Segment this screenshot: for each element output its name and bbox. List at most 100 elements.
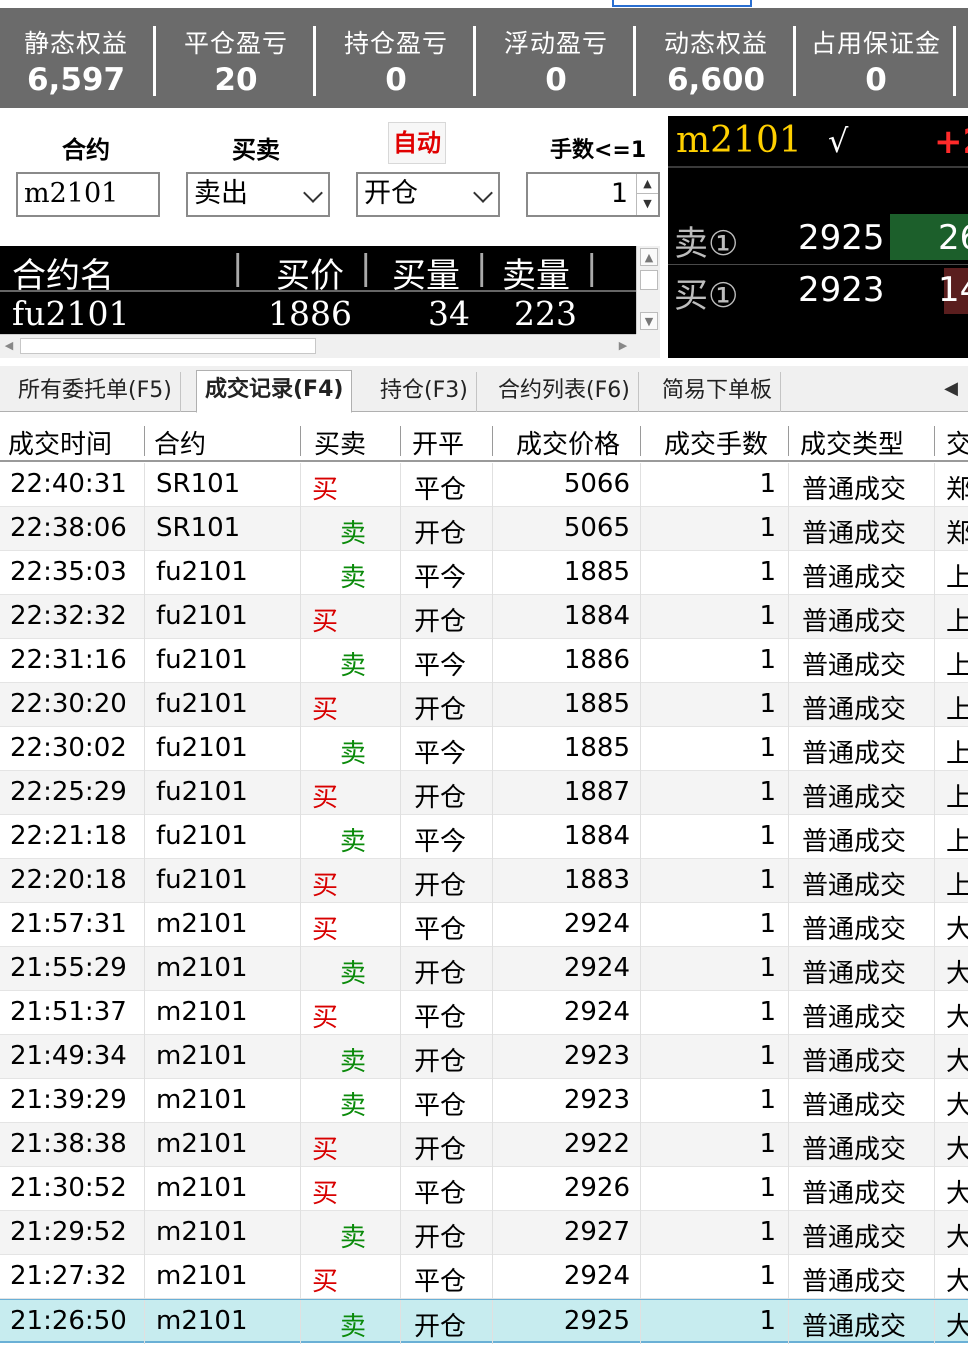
column-divider[interactable] <box>640 426 641 456</box>
side-select[interactable]: 卖出 <box>186 172 330 217</box>
quote-header-ask-vol[interactable]: 卖量 <box>502 248 570 297</box>
col-header-qty[interactable]: 成交手数 <box>664 424 768 461</box>
qty-stepper[interactable]: 1 ▲ ▼ <box>526 172 660 217</box>
cell-divider <box>300 507 301 551</box>
trade-time: 21:39:29 <box>10 1085 127 1115</box>
col-header-price[interactable]: 成交价格 <box>516 424 620 461</box>
scroll-up-icon[interactable]: ▲ <box>640 248 658 266</box>
tab-all-orders[interactable]: 所有委托单(F5) <box>10 372 181 412</box>
table-row[interactable]: 21:29:52 m2101 卖 开仓 2927 1 普通成交 大 <box>0 1211 968 1255</box>
trade-qty: 1 <box>759 645 776 675</box>
col-header-trade-type[interactable]: 成交类型 <box>800 424 904 461</box>
contract-input[interactable]: m2101 <box>16 172 160 217</box>
table-row[interactable]: 21:38:38 m2101 买 开仓 2922 1 普通成交 大 <box>0 1123 968 1167</box>
stat-label: 占用保证金 <box>810 29 941 58</box>
table-row[interactable]: 21:49:34 m2101 卖 开仓 2923 1 普通成交 大 <box>0 1035 968 1079</box>
offset-select[interactable]: 开仓 <box>356 172 500 217</box>
stat-label: 动态权益 <box>663 29 768 58</box>
cell-divider <box>934 947 935 991</box>
cell-divider <box>400 903 401 947</box>
trade-contract: fu2101 <box>156 865 248 895</box>
table-row[interactable]: 21:57:31 m2101 买 平仓 2924 1 普通成交 大 <box>0 903 968 947</box>
scroll-thumb[interactable] <box>640 270 658 290</box>
col-header-contract[interactable]: 合约 <box>154 424 206 461</box>
depth-ask-level-1[interactable]: 卖① 2925 26 <box>668 214 968 264</box>
quote-header-bid-vol[interactable]: 买量 <box>392 248 460 297</box>
trade-type: 普通成交 <box>802 739 907 769</box>
col-header-exchange[interactable]: 交 <box>946 424 968 461</box>
column-divider[interactable] <box>300 426 301 456</box>
col-header-time[interactable]: 成交时间 <box>8 424 112 461</box>
column-divider[interactable] <box>492 426 493 456</box>
table-row[interactable]: 22:35:03 fu2101 卖 平今 1885 1 普通成交 上 <box>0 551 968 595</box>
scroll-left-icon[interactable]: ◀ <box>0 338 18 354</box>
quote-vertical-scrollbar[interactable]: ▲ ▼ <box>636 246 660 334</box>
quote-header-bid[interactable]: 买价 <box>276 248 344 297</box>
table-row[interactable]: 22:32:32 fu2101 买 开仓 1884 1 普通成交 上 <box>0 595 968 639</box>
table-row[interactable]: 22:40:31 SR101 买 平仓 5066 1 普通成交 郑 <box>0 463 968 507</box>
trade-contract: m2101 <box>156 1217 248 1247</box>
column-divider[interactable] <box>788 426 789 456</box>
trade-qty: 1 <box>759 997 776 1027</box>
table-row[interactable]: 21:26:50 m2101 卖 开仓 2925 1 普通成交 大 <box>0 1299 968 1344</box>
quote-header-name[interactable]: 合约名 <box>12 248 114 297</box>
active-window-tab-indicator[interactable] <box>612 0 752 7</box>
cell-divider <box>400 595 401 639</box>
table-row[interactable]: 21:55:29 m2101 卖 开仓 2924 1 普通成交 大 <box>0 947 968 991</box>
table-row[interactable]: 21:27:32 m2101 买 平仓 2924 1 普通成交 大 <box>0 1255 968 1299</box>
trade-contract: m2101 <box>156 1306 248 1336</box>
trade-side: 买 <box>312 915 339 945</box>
trade-contract: fu2101 <box>156 601 248 631</box>
trade-offset: 平仓 <box>414 915 467 945</box>
trade-exchange: 郑 <box>946 475 968 505</box>
tab-quick-order[interactable]: 简易下单板 <box>654 372 782 412</box>
table-row[interactable]: 22:30:20 fu2101 买 开仓 1885 1 普通成交 上 <box>0 683 968 727</box>
table-row[interactable]: 22:21:18 fu2101 卖 平今 1884 1 普通成交 上 <box>0 815 968 859</box>
trade-type: 普通成交 <box>802 519 907 549</box>
tab-positions[interactable]: 持仓(F3) <box>372 372 477 412</box>
trade-side: 买 <box>312 475 339 505</box>
column-divider[interactable] <box>934 426 935 456</box>
table-row[interactable]: 22:25:29 fu2101 买 开仓 1887 1 普通成交 上 <box>0 771 968 815</box>
col-header-offset[interactable]: 开平 <box>412 424 464 461</box>
qty-value: 1 <box>610 178 628 209</box>
quote-horizontal-scrollbar[interactable]: ◀ ▶ <box>0 334 636 356</box>
table-row[interactable]: 22:31:16 fu2101 卖 平今 1886 1 普通成交 上 <box>0 639 968 683</box>
trade-price: 2922 <box>563 1129 630 1159</box>
stepper-down-icon[interactable]: ▼ <box>637 194 658 214</box>
trade-side: 卖 <box>340 1312 367 1342</box>
trade-price: 1885 <box>563 733 630 763</box>
col-header-side[interactable]: 买卖 <box>314 424 366 461</box>
cell-divider <box>300 1255 301 1299</box>
cell-divider <box>640 1300 641 1344</box>
table-row[interactable]: 21:30:52 m2101 买 平仓 2926 1 普通成交 大 <box>0 1167 968 1211</box>
cell-divider <box>400 683 401 727</box>
depth-header: m2101 √ +2 <box>668 116 968 168</box>
scroll-down-icon[interactable]: ▼ <box>640 312 658 330</box>
trade-time: 22:32:32 <box>10 601 127 631</box>
auto-offset-toggle[interactable]: 自动 <box>388 122 446 164</box>
trade-offset: 开仓 <box>414 607 467 637</box>
ask-price: 2925 <box>798 218 885 258</box>
quote-row[interactable]: fu2101 1886 34 223 <box>0 294 636 334</box>
table-row[interactable]: 21:39:29 m2101 卖 平仓 2923 1 普通成交 大 <box>0 1079 968 1123</box>
stepper-up-icon[interactable]: ▲ <box>637 174 658 194</box>
column-divider[interactable] <box>144 426 145 456</box>
table-row[interactable]: 22:38:06 SR101 卖 开仓 5065 1 普通成交 郑 <box>0 507 968 551</box>
scroll-thumb[interactable] <box>20 338 316 354</box>
cell-divider <box>492 551 493 595</box>
tab-scroll-left-icon[interactable]: ◀ <box>944 378 958 399</box>
tab-contract-list[interactable]: 合约列表(F6) <box>490 372 639 412</box>
tab-trade-records[interactable]: 成交记录(F4) <box>196 370 353 413</box>
table-row[interactable]: 22:20:18 fu2101 买 开仓 1883 1 普通成交 上 <box>0 859 968 903</box>
table-row[interactable]: 22:30:02 fu2101 卖 平今 1885 1 普通成交 上 <box>0 727 968 771</box>
scroll-right-icon[interactable]: ▶ <box>614 338 632 354</box>
column-divider[interactable] <box>400 426 401 456</box>
depth-bid-level-1[interactable]: 买① 2923 14 <box>668 266 968 316</box>
table-row[interactable]: 21:51:37 m2101 买 平仓 2924 1 普通成交 大 <box>0 991 968 1035</box>
cell-divider <box>300 551 301 595</box>
cell-divider <box>640 1211 641 1255</box>
trade-side: 买 <box>312 695 339 725</box>
trade-price: 2924 <box>563 909 630 939</box>
trade-contract: fu2101 <box>156 777 248 807</box>
